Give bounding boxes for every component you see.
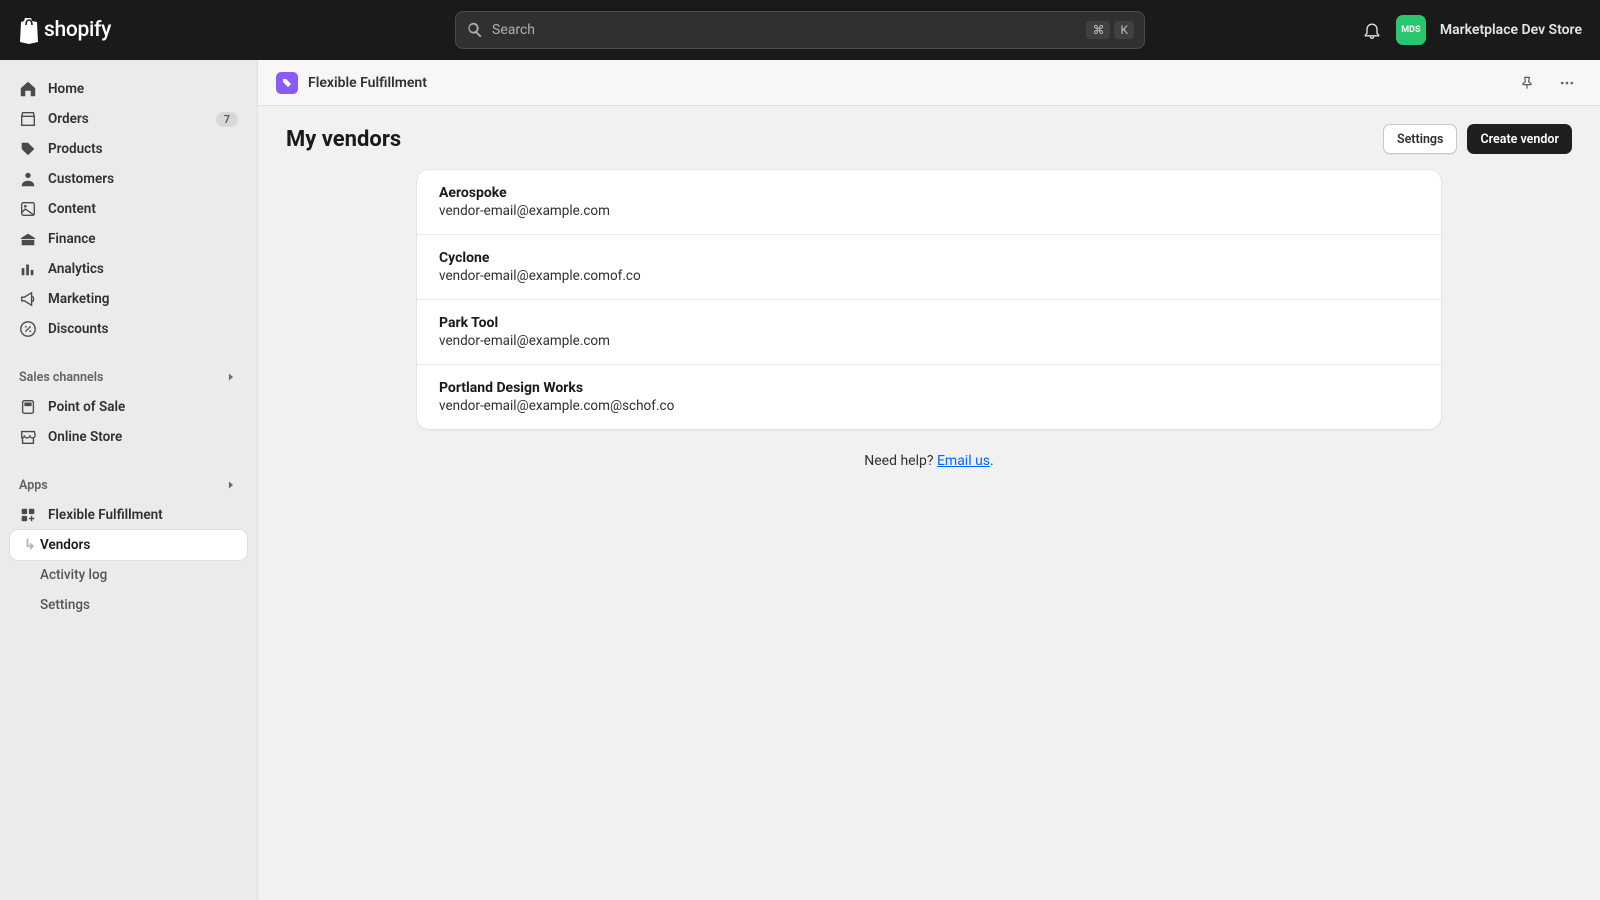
sidebar-item-analytics[interactable]: Analytics <box>10 254 247 284</box>
help-text: Need help? Email us. <box>864 453 993 469</box>
sidebar-sub-vendors[interactable]: ↳ Vendors <box>10 530 247 560</box>
app-badge <box>276 72 298 94</box>
sidebar-item-home[interactable]: Home <box>10 74 247 104</box>
pin-icon <box>1519 75 1535 91</box>
products-icon <box>19 140 37 158</box>
vendor-email: vendor-email@example.com <box>439 203 1419 219</box>
chevron-right-icon <box>224 370 238 384</box>
vendor-row[interactable]: Aerospoke vendor-email@example.com <box>417 170 1441 235</box>
sidebar-item-discounts[interactable]: Discounts <box>10 314 247 344</box>
customers-icon <box>19 170 37 188</box>
shopify-bag-icon <box>18 16 42 44</box>
app-title: Flexible Fulfillment <box>308 75 427 91</box>
vendor-name: Cyclone <box>439 250 1419 266</box>
sidebar-app-flexible-fulfillment[interactable]: Flexible Fulfillment <box>10 500 247 530</box>
notifications-icon[interactable] <box>1362 20 1382 40</box>
sidebar-channel-pos[interactable]: Point of Sale <box>10 392 247 422</box>
sidebar-sub-activity-log[interactable]: Activity log <box>10 560 247 590</box>
marketing-icon <box>19 290 37 308</box>
pin-button[interactable] <box>1512 68 1542 98</box>
store-name[interactable]: Marketplace Dev Store <box>1440 22 1582 38</box>
sidebar-sub-settings[interactable]: Settings <box>10 590 247 620</box>
email-us-link[interactable]: Email us <box>937 453 990 469</box>
pos-icon <box>19 398 37 416</box>
chevron-right-icon <box>224 478 238 492</box>
online-store-icon <box>19 428 37 446</box>
create-vendor-button[interactable]: Create vendor <box>1467 124 1572 154</box>
app-badge-icon <box>281 77 293 89</box>
vendor-name: Park Tool <box>439 315 1419 331</box>
top-bar: shopify Search ⌘ K MDS Marketplace Dev S… <box>0 0 1600 60</box>
page-title: My vendors <box>286 127 401 152</box>
vendor-row[interactable]: Cyclone vendor-email@example.comof.co <box>417 235 1441 300</box>
sidebar-item-products[interactable]: Products <box>10 134 247 164</box>
vendor-email: vendor-email@example.comof.co <box>439 268 1419 284</box>
search-placeholder: Search <box>492 22 1082 38</box>
settings-button[interactable]: Settings <box>1383 124 1458 154</box>
kbd-cmd: ⌘ <box>1086 21 1110 39</box>
search-input[interactable]: Search ⌘ K <box>455 11 1145 49</box>
vendor-name: Aerospoke <box>439 185 1419 201</box>
sidebar-channel-online-store[interactable]: Online Store <box>10 422 247 452</box>
vendor-email: vendor-email@example.com <box>439 333 1419 349</box>
analytics-icon <box>19 260 37 278</box>
sidebar-section-apps[interactable]: Apps <box>10 470 247 500</box>
tree-connector-icon: ↳ <box>24 537 36 553</box>
shopify-logo[interactable]: shopify <box>18 16 111 44</box>
sidebar-item-customers[interactable]: Customers <box>10 164 247 194</box>
orders-icon <box>19 110 37 128</box>
app-header: Flexible Fulfillment <box>258 60 1600 106</box>
home-icon <box>19 80 37 98</box>
store-avatar[interactable]: MDS <box>1396 15 1426 45</box>
sidebar: Home Orders 7 Products Customers Content… <box>0 60 258 900</box>
search-icon <box>466 21 484 39</box>
kbd-k: K <box>1114 21 1134 39</box>
content-icon <box>19 200 37 218</box>
sidebar-item-marketing[interactable]: Marketing <box>10 284 247 314</box>
vendors-list: Aerospoke vendor-email@example.com Cyclo… <box>417 170 1441 429</box>
main-content: Flexible Fulfillment My vendors Settings… <box>258 60 1600 900</box>
sidebar-item-content[interactable]: Content <box>10 194 247 224</box>
orders-badge: 7 <box>216 112 238 127</box>
vendor-row[interactable]: Park Tool vendor-email@example.com <box>417 300 1441 365</box>
discounts-icon <box>19 320 37 338</box>
page-header: My vendors Settings Create vendor <box>258 106 1600 168</box>
more-button[interactable] <box>1552 68 1582 98</box>
sidebar-section-sales-channels[interactable]: Sales channels <box>10 362 247 392</box>
finance-icon <box>19 230 37 248</box>
vendor-row[interactable]: Portland Design Works vendor-email@examp… <box>417 365 1441 429</box>
sidebar-item-finance[interactable]: Finance <box>10 224 247 254</box>
sidebar-item-orders[interactable]: Orders 7 <box>10 104 247 134</box>
app-extension-icon <box>19 506 37 524</box>
shopify-wordmark: shopify <box>44 18 111 42</box>
topbar-right: MDS Marketplace Dev Store <box>1362 15 1582 45</box>
vendor-name: Portland Design Works <box>439 380 1419 396</box>
vendor-email: vendor-email@example.com@schof.co <box>439 398 1419 414</box>
more-icon <box>1559 75 1575 91</box>
